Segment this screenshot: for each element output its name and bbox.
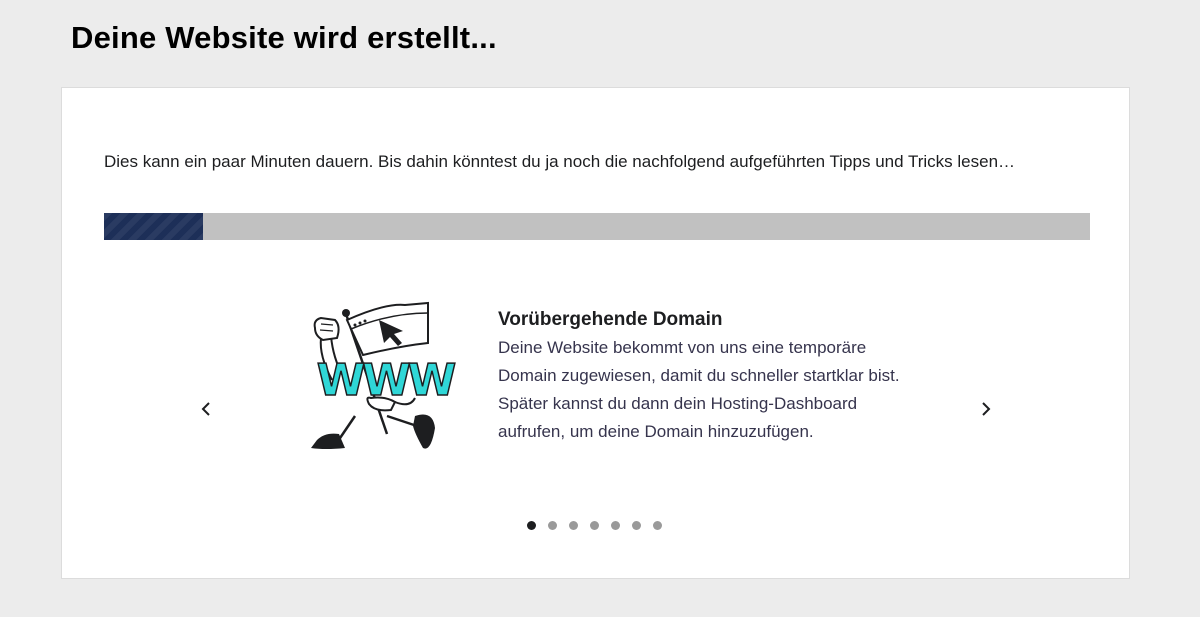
slide-title: Vorübergehende Domain <box>498 309 723 330</box>
carousel-dot[interactable] <box>590 521 599 530</box>
www-label: WWW <box>317 355 456 406</box>
progress-card: Dies kann ein paar Minuten dauern. Bis d… <box>61 87 1130 579</box>
carousel-prev-button[interactable] <box>193 396 219 422</box>
carousel-dot[interactable] <box>527 521 536 530</box>
chevron-right-icon <box>982 402 991 416</box>
chevron-left-icon <box>201 402 210 416</box>
carousel-dot[interactable] <box>653 521 662 530</box>
carousel-slide: Vorübergehende Domain Deine Website beko… <box>498 306 918 446</box>
carousel-next-button[interactable] <box>973 396 999 422</box>
carousel-dot[interactable] <box>611 521 620 530</box>
slide-body: Deine Website bekommt von uns eine tempo… <box>498 338 900 441</box>
carousel-dot[interactable] <box>569 521 578 530</box>
progress-bar <box>104 213 1090 240</box>
carousel-dot[interactable] <box>632 521 641 530</box>
carousel-dot[interactable] <box>548 521 557 530</box>
www-flag-illustration-icon: WWW <box>295 298 475 468</box>
carousel-pagination <box>527 521 662 530</box>
page-title: Deine Website wird erstellt... <box>71 20 497 55</box>
intro-text: Dies kann ein paar Minuten dauern. Bis d… <box>104 152 1016 171</box>
progress-bar-fill <box>104 213 203 240</box>
